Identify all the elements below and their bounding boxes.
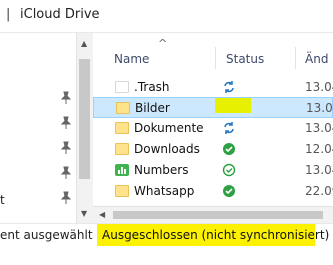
pin-icon[interactable] [60, 191, 72, 205]
pin-icon[interactable] [60, 166, 72, 180]
scroll-left-arrow-icon[interactable]: ◀ [99, 210, 105, 219]
folder-icon [115, 81, 129, 93]
folder-icon [115, 122, 129, 134]
numbers-app-icon [115, 164, 129, 176]
file-row[interactable]: Downloads 12.04 [93, 139, 333, 160]
horizontal-scrollbar[interactable]: ◀ [93, 206, 333, 223]
column-divider[interactable] [295, 47, 296, 69]
sort-ascending-icon: ^ [158, 37, 168, 50]
column-header-name[interactable]: Name [114, 52, 149, 66]
pin-icon[interactable] [60, 91, 72, 105]
file-name: .Trash [134, 80, 170, 94]
column-divider[interactable] [215, 47, 216, 69]
folder-icon [115, 143, 129, 155]
title-separator: | [6, 7, 11, 22]
column-header-date[interactable]: Änd [305, 52, 328, 66]
file-row[interactable]: .Trash 13.04 [93, 77, 333, 98]
nav-item-label[interactable]: t [0, 193, 5, 207]
file-date: 13.04 [305, 121, 333, 135]
file-name: Bilder [135, 101, 170, 115]
scroll-thumb[interactable] [79, 59, 90, 179]
sync-icon [224, 122, 234, 134]
sync-status-text: Ausgeschlossen (nicht synchronisiert) [102, 228, 330, 242]
file-name: Whatsapp [134, 184, 195, 198]
navigation-pane: t [0, 33, 76, 223]
pin-icon[interactable] [60, 141, 72, 155]
column-header-status[interactable]: Status [226, 52, 264, 66]
file-row[interactable]: Dokumente 13.04 [93, 118, 333, 139]
vertical-scrollbar[interactable]: ▲ ▼ [76, 33, 93, 223]
file-name: Numbers [134, 163, 189, 177]
file-date: 13.04 [306, 101, 333, 115]
scroll-up-arrow-icon[interactable]: ▲ [81, 39, 87, 48]
check-filled-icon [223, 185, 235, 197]
check-outline-icon [222, 163, 236, 177]
sync-icon [224, 81, 234, 93]
selection-status-text: ent ausgewählt [0, 228, 93, 242]
file-row[interactable]: Whatsapp 22.09 [93, 181, 333, 202]
file-row[interactable]: Numbers 13.04 [93, 160, 333, 181]
pin-icon[interactable] [60, 116, 72, 130]
title-bar: | iCloud Drive [0, 0, 333, 33]
scroll-down-arrow-icon[interactable]: ▼ [81, 209, 87, 218]
file-list-header: ^ Name Status Änd [93, 33, 333, 71]
window-title: iCloud Drive [20, 7, 100, 22]
file-row-selected[interactable]: Bilder 13.04 [93, 97, 333, 118]
file-date: 13.04 [305, 80, 333, 94]
file-date: 22.09 [305, 184, 333, 198]
folder-icon [116, 102, 130, 114]
check-filled-icon [223, 143, 235, 155]
status-bar: ent ausgewählt Ausgeschlossen (nicht syn… [0, 223, 333, 265]
file-date: 12.04 [305, 142, 333, 156]
folder-icon [115, 185, 129, 197]
file-name: Dokumente [134, 121, 204, 135]
file-date: 13.04 [305, 163, 333, 177]
status-highlight-mark [215, 98, 251, 113]
file-name: Downloads [134, 142, 200, 156]
scroll-thumb[interactable] [113, 211, 323, 219]
